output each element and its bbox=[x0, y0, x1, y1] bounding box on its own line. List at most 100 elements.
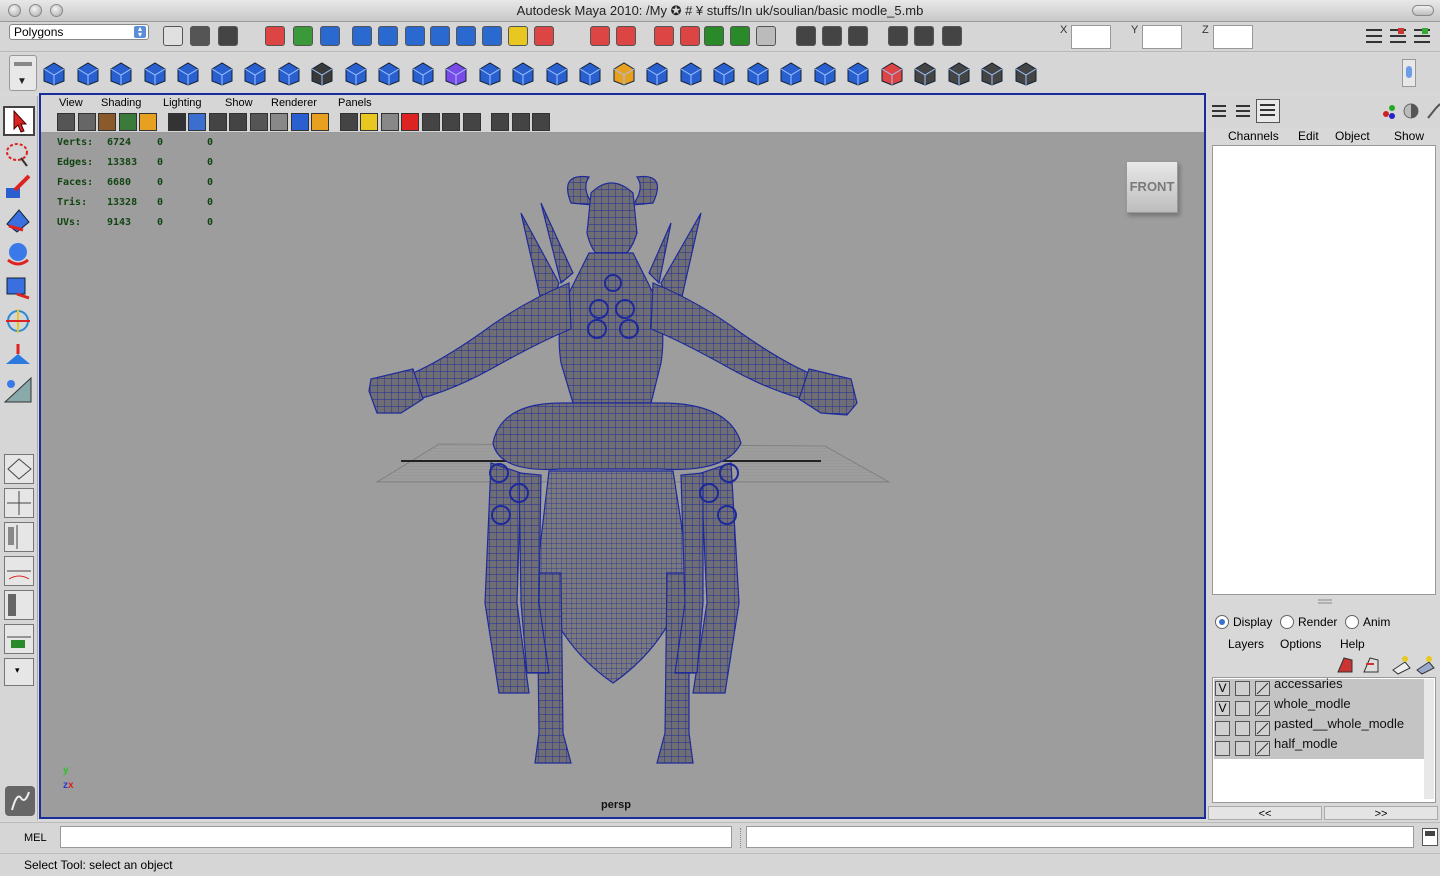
outliner-persp-layout-button[interactable] bbox=[4, 590, 34, 620]
3d-viewport[interactable]: Verts: 6724 0 0 Edges: 13383 0 0 Faces: 6680 0 0 Tri… bbox=[41, 133, 1204, 817]
shadows-icon[interactable] bbox=[401, 113, 419, 131]
layer-menu-item[interactable]: Options bbox=[1280, 637, 1321, 651]
persp-graph-layout-button[interactable] bbox=[4, 556, 34, 586]
sculpt-icon[interactable] bbox=[878, 59, 906, 87]
rotate-tool-button[interactable] bbox=[3, 238, 35, 268]
render-settings-icon[interactable] bbox=[680, 26, 700, 46]
layer-name[interactable]: whole_modle bbox=[1274, 696, 1351, 711]
grid-icon[interactable] bbox=[139, 113, 157, 131]
layer-display-type-toggle[interactable] bbox=[1235, 741, 1250, 756]
snap-plane-icon[interactable] bbox=[430, 26, 450, 46]
minimize-window-button[interactable] bbox=[29, 4, 42, 17]
snap-grid-icon[interactable] bbox=[352, 26, 372, 46]
wireframe-on-shaded-icon[interactable] bbox=[339, 113, 358, 131]
poly-cone-icon[interactable] bbox=[141, 59, 169, 87]
xray-joints-icon[interactable] bbox=[491, 113, 509, 131]
history-icon[interactable] bbox=[534, 26, 554, 46]
channel-box-menu-item[interactable]: Object bbox=[1335, 129, 1370, 143]
display-icon[interactable] bbox=[822, 26, 842, 46]
panel-menu-item[interactable]: View bbox=[59, 97, 83, 109]
fill-hole-icon[interactable] bbox=[610, 59, 638, 87]
channel-box[interactable] bbox=[1212, 145, 1436, 595]
high-quality-icon[interactable] bbox=[421, 113, 440, 131]
layer-name[interactable]: pasted__whole_modle bbox=[1274, 716, 1404, 731]
uv-auto-icon[interactable] bbox=[1012, 59, 1040, 87]
layer-color-swatch[interactable] bbox=[1255, 701, 1270, 716]
snap-curve-icon[interactable] bbox=[378, 26, 398, 46]
layer-mode-label[interactable]: Display bbox=[1233, 615, 1272, 629]
shelf-scroll[interactable] bbox=[1402, 59, 1416, 87]
use-all-lights-icon[interactable] bbox=[380, 113, 399, 131]
mirror-icon[interactable] bbox=[476, 59, 504, 87]
append-icon[interactable] bbox=[576, 59, 604, 87]
tool-settings-icon[interactable] bbox=[1402, 102, 1420, 120]
layer-mode-label[interactable]: Render bbox=[1298, 615, 1337, 629]
layer-visibility-toggle[interactable] bbox=[1215, 721, 1230, 736]
clapper-icon[interactable] bbox=[888, 26, 908, 46]
camera-icon[interactable] bbox=[704, 26, 724, 46]
show-manipulator-button[interactable] bbox=[3, 374, 35, 404]
layer-display-type-toggle[interactable] bbox=[1235, 681, 1250, 696]
channel-box-menu-item[interactable]: Channels bbox=[1228, 129, 1279, 143]
field-chart-icon[interactable] bbox=[229, 113, 247, 131]
channel-and-layer-toggle[interactable] bbox=[1256, 99, 1280, 123]
safe-title-icon[interactable] bbox=[270, 113, 288, 131]
panel-menu-item[interactable]: Panels bbox=[338, 97, 372, 109]
show-manipulators-icon[interactable] bbox=[511, 113, 530, 131]
toolbar-toggle-button[interactable] bbox=[1412, 5, 1434, 16]
move-tool-button[interactable] bbox=[3, 204, 35, 234]
scale-tool-button[interactable] bbox=[3, 272, 35, 302]
mel-command-input[interactable] bbox=[60, 826, 732, 848]
script-language-label[interactable]: MEL bbox=[24, 832, 47, 844]
hypershade-layout-button[interactable] bbox=[4, 624, 34, 654]
layer-display-type-toggle[interactable] bbox=[1235, 721, 1250, 736]
panel-menu-item[interactable]: Lighting bbox=[163, 97, 202, 109]
new-render-layer-icon[interactable] bbox=[1390, 654, 1412, 676]
command-splitter[interactable] bbox=[740, 828, 743, 848]
safe-action-icon[interactable] bbox=[249, 113, 268, 131]
layer-visibility-toggle[interactable]: V bbox=[1215, 701, 1230, 716]
wireframe-icon[interactable] bbox=[290, 113, 309, 131]
channel-box-menu-item[interactable]: Show bbox=[1394, 129, 1424, 143]
channel-box-menu-item[interactable]: Edit bbox=[1298, 129, 1319, 143]
close-window-button[interactable] bbox=[8, 4, 21, 17]
ipr-icon[interactable] bbox=[654, 26, 674, 46]
layer-visibility-toggle[interactable] bbox=[1215, 741, 1230, 756]
poly-prism-icon[interactable] bbox=[241, 59, 269, 87]
isolate-select-icon[interactable] bbox=[462, 113, 481, 131]
show-trigonometry-icon[interactable] bbox=[532, 113, 550, 131]
panel-menu-item[interactable]: Renderer bbox=[271, 97, 317, 109]
textured-icon[interactable] bbox=[360, 113, 378, 131]
lasso-tool-button[interactable] bbox=[3, 140, 35, 170]
single-pane-layout-button[interactable] bbox=[4, 454, 34, 484]
shelf-tab-menu[interactable]: ▼ bbox=[9, 55, 37, 91]
channel-box-icon[interactable] bbox=[1210, 102, 1228, 120]
resolution-gate-icon[interactable] bbox=[188, 113, 206, 131]
character-model[interactable] bbox=[41, 133, 1204, 817]
make-live-icon[interactable] bbox=[456, 26, 476, 46]
poly-cylinder-icon[interactable] bbox=[107, 59, 135, 87]
manipulator-tool-button[interactable] bbox=[3, 306, 35, 336]
poly-sphere-icon[interactable] bbox=[40, 59, 68, 87]
new-scene-icon[interactable] bbox=[163, 26, 183, 46]
compute-icon[interactable] bbox=[914, 26, 934, 46]
bridge-icon[interactable] bbox=[543, 59, 571, 87]
new-layer-from-selection-icon[interactable] bbox=[1334, 654, 1356, 676]
layer-menu-item[interactable]: Help bbox=[1340, 637, 1365, 651]
snap-point-icon[interactable] bbox=[405, 26, 425, 46]
select-object-icon[interactable] bbox=[293, 26, 313, 46]
soft-mod-tool-button[interactable] bbox=[3, 340, 35, 370]
next-page-button[interactable]: >> bbox=[1324, 806, 1438, 820]
layer-visibility-toggle[interactable]: V bbox=[1215, 681, 1230, 696]
output-ops-icon[interactable] bbox=[508, 26, 528, 46]
uv-planar-icon[interactable] bbox=[911, 59, 939, 87]
smooth-shade-icon[interactable] bbox=[311, 113, 329, 131]
new-anim-layer-icon[interactable] bbox=[1414, 654, 1436, 676]
attribute-editor-icon[interactable] bbox=[1380, 102, 1398, 120]
layer-name[interactable]: accessaries bbox=[1274, 676, 1343, 691]
layer-display-type-toggle[interactable] bbox=[1235, 701, 1250, 716]
menu-icon[interactable] bbox=[942, 26, 962, 46]
crease-icon[interactable] bbox=[777, 59, 805, 87]
gate-mask-icon[interactable] bbox=[208, 113, 227, 131]
bookmarks-icon[interactable] bbox=[98, 113, 116, 131]
